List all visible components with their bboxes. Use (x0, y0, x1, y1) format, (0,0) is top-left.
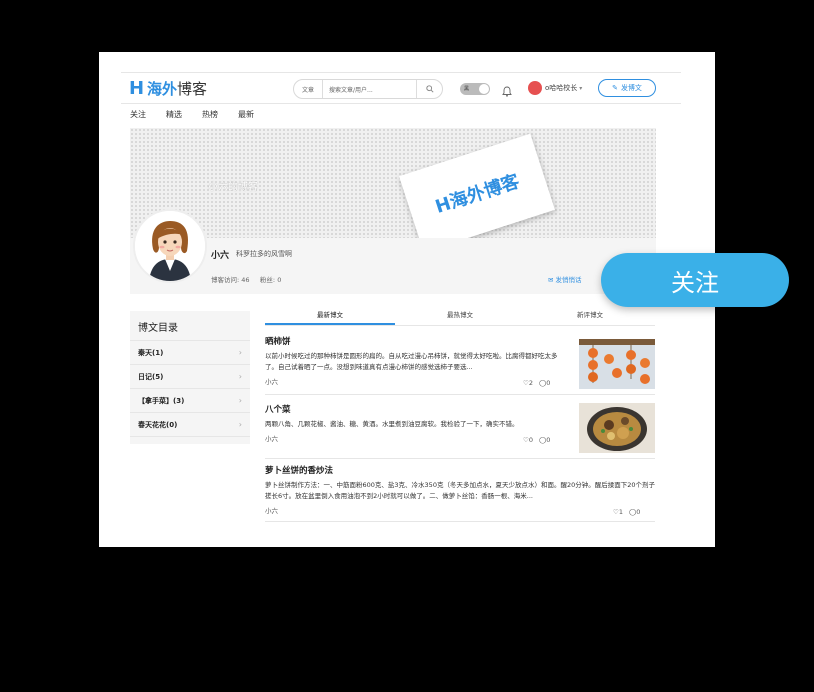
fans-count: 0 (277, 276, 282, 284)
nav-item-latest[interactable]: 最新 (238, 109, 254, 120)
sidebar-item-qintian[interactable]: 秦天(1) › (130, 341, 250, 365)
publish-button[interactable]: ✎ 发博文 (598, 79, 656, 97)
post-thumbnail-persimmons[interactable] (579, 339, 655, 389)
visits-count: 46 (241, 276, 250, 284)
nav-item-follow[interactable]: 关注 (130, 109, 146, 120)
search-category-select[interactable]: 文章 (294, 80, 324, 98)
fans-label: 粉丝: (259, 276, 276, 284)
sidebar-item-spring[interactable]: 春天花花(0) › (130, 413, 250, 437)
post-title[interactable]: 萝卜丝饼的香炒法 (265, 464, 655, 476)
profile-stats: 博客访问: 46 粉丝: 0 (211, 274, 281, 284)
post-meta: ♡2 ◯0 (523, 379, 550, 387)
post-item[interactable]: 晒柿饼 以前小时候吃过的那种柿饼是圆形的扁的。自从吃过漫心吊柿饼，就觉得太好吃啦… (265, 335, 655, 395)
main-nav: 关注 精选 热榜 最新 (130, 109, 254, 120)
search-button[interactable] (416, 80, 442, 98)
profile-band (130, 238, 656, 294)
post-excerpt: 萝卜丝饼制作方法：一、中筋面粉600克、盐3克、冷水350克（冬天多加点水，夏天… (265, 481, 655, 500)
post-thumbnail-dish[interactable] (579, 403, 655, 453)
pencil-icon: ✎ (612, 84, 618, 92)
sidebar-item-label: 秦天(1) (138, 348, 164, 357)
sidebar-item-label: 春天花花(0) (138, 420, 178, 429)
username: o哈哈校长 (545, 84, 578, 92)
tab-hottest[interactable]: 最热博文 (395, 308, 525, 325)
post-meta: ♡0 ◯0 (523, 436, 550, 444)
post-excerpt: 以前小时候吃过的那种柿饼是圆形的扁的。自从吃过漫心吊柿饼，就觉得太好吃啦。比腐得… (265, 352, 558, 371)
envelope-icon: ✉ (548, 276, 554, 284)
like-button[interactable]: ♡2 (523, 379, 533, 387)
sidebar-item-dishes[interactable]: 【拿手菜】(3) › (130, 389, 250, 413)
private-message-label: 发悄悄话 (555, 276, 582, 284)
category-sidebar: 博文目录 秦天(1) › 日记(5) › 【拿手菜】(3) › 春天花花(0) … (130, 311, 250, 444)
sidebar-item-label: 日记(5) (138, 372, 164, 381)
comment-count: 0 (546, 379, 551, 387)
post-item[interactable]: 八个菜 两颗八角、几颗花椒、酱油、糖、黄酒。水里煮到油豆腐软。我检验了一下，确实… (265, 403, 655, 459)
paper-logo-text: H海外博客 (432, 170, 523, 218)
like-count: 0 (528, 436, 533, 444)
post-item[interactable]: 萝卜丝饼的香炒法 萝卜丝饼制作方法：一、中筋面粉600克、盐3克、冷水350克（… (265, 464, 655, 522)
logo-h-icon: H (129, 77, 145, 99)
like-button[interactable]: ♡0 (523, 436, 533, 444)
private-message-link[interactable]: ✉ 发悄悄话 (548, 274, 582, 284)
dark-mode-toggle[interactable]: 黑 (460, 83, 490, 95)
chevron-right-icon: › (238, 396, 242, 405)
follow-button[interactable]: 关注 (601, 253, 789, 307)
chevron-right-icon: › (238, 348, 242, 357)
visits-label: 博客访问: (211, 276, 240, 284)
site-logo[interactable]: H 海外博客 (129, 78, 207, 99)
sidebar-item-label: 【拿手菜】(3) (138, 396, 185, 405)
sidebar-item-diary[interactable]: 日记(5) › (130, 365, 250, 389)
sidebar-title: 博文目录 (130, 311, 250, 341)
post-excerpt: 两颗八角、几颗花椒、酱油、糖、黄酒。水里煮到油豆腐软。我检验了一下，确实不错。 (265, 420, 519, 428)
user-menu[interactable]: o哈哈校长 ▾ (528, 81, 582, 95)
search-icon (425, 85, 434, 93)
comment-button[interactable]: ◯0 (539, 379, 550, 387)
post-meta: ♡1 ◯0 (613, 508, 640, 516)
top-header: H 海外博客 文章 搜索文章/用户... 黑 o哈哈校长 ▾ ✎ 发博文 (121, 72, 681, 104)
profile-avatar[interactable] (133, 209, 207, 283)
bell-icon[interactable] (502, 82, 512, 101)
comment-count: 0 (636, 508, 641, 516)
publish-label: 发博文 (620, 84, 642, 92)
search-bar: 文章 搜索文章/用户... (293, 79, 443, 99)
comment-button[interactable]: ◯0 (539, 436, 550, 444)
search-input[interactable]: 搜索文章/用户... (323, 85, 416, 94)
profile-name: 小六 (211, 251, 230, 261)
logo-text-blue: 海外 (147, 79, 178, 98)
chevron-right-icon: › (238, 420, 242, 429)
nav-item-hot[interactable]: 热榜 (202, 109, 218, 120)
like-count: 1 (618, 508, 623, 516)
tab-latest[interactable]: 最新博文 (265, 308, 395, 325)
profile-signature: 科罗拉多的风雪啊 (236, 250, 292, 258)
chevron-down-icon: ▾ (579, 84, 583, 92)
tab-new-comments[interactable]: 新评博文 (525, 308, 655, 325)
post-author[interactable]: 小六 (265, 505, 655, 515)
comment-button[interactable]: ◯0 (629, 508, 640, 516)
blog-banner: 小六的博客 H海外博客 小六 科罗拉多的风雪啊 博客访问: 46 粉丝: 0 ✉… (130, 128, 656, 294)
like-count: 2 (528, 379, 533, 387)
logo-text-black: 博客 (177, 79, 208, 98)
like-button[interactable]: ♡1 (613, 508, 623, 516)
blog-title: 小六的博客 (208, 182, 258, 193)
avatar (528, 81, 542, 95)
post-tabs: 最新博文 最热博文 新评博文 (265, 308, 655, 326)
chevron-right-icon: › (238, 372, 242, 381)
nav-item-featured[interactable]: 精选 (166, 109, 182, 120)
comment-count: 0 (546, 436, 551, 444)
